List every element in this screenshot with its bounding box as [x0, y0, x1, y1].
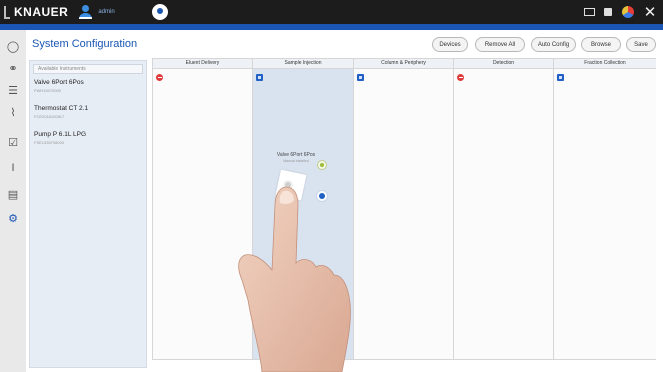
column-detection[interactable]: Detection [454, 59, 554, 359]
color-wheel-icon[interactable] [621, 5, 635, 19]
column-header: Detection [454, 59, 553, 69]
column-header: Sample Injection [253, 59, 353, 69]
column-header: Column & Periphery [354, 59, 453, 69]
instrument-item[interactable]: Pump P 6.1L LPG FSE1335708003 [34, 131, 86, 145]
instrument-serial: FWH19470000 [34, 88, 61, 93]
column-header: Fraction Collection [554, 59, 656, 69]
save-button[interactable]: Save [626, 37, 656, 52]
instrument-name: Valve 6Port 6Pos [34, 79, 84, 86]
report-icon[interactable]: ▤ [5, 186, 21, 202]
brand-name: KNAUER [14, 5, 69, 19]
available-instruments-header: Available Instruments [33, 64, 143, 74]
page-title: System Configuration [32, 38, 138, 50]
instrument-name: Pump P 6.1L LPG [34, 131, 87, 138]
list-icon[interactable]: ☰ [5, 82, 21, 98]
device-name: Valve 6Port 6Pos [276, 152, 316, 158]
left-nav: ◯ ⚭ ☰ ⌇ ☑ I ▤ ⚙ [0, 30, 26, 372]
device-badge-icon [357, 74, 364, 81]
brand: KNAUER admin [4, 4, 115, 20]
browse-button[interactable]: Browse [581, 37, 621, 52]
instrument-serial: FCE2018100817 [34, 114, 65, 119]
device-badge-icon [557, 74, 564, 81]
pointing-hand-image [238, 186, 351, 372]
column-column-periphery[interactable]: Column & Periphery [354, 59, 454, 359]
network-icon[interactable]: ⚭ [5, 60, 21, 76]
column-icon[interactable]: I [5, 160, 21, 176]
devices-button[interactable]: Devices [432, 37, 468, 52]
app-logo-icon[interactable] [152, 4, 168, 20]
user-icon[interactable] [78, 5, 93, 19]
device-badge-icon [256, 74, 263, 81]
circle-icon[interactable]: ◯ [5, 38, 21, 54]
auto-config-button[interactable]: Auto Config [531, 37, 576, 52]
remove-all-button[interactable]: Remove All [475, 37, 525, 52]
error-badge-icon [457, 74, 464, 81]
checkbox-icon[interactable]: ☑ [5, 134, 21, 150]
chart-icon[interactable]: ⌇ [5, 104, 21, 120]
close-icon[interactable]: ✕ [643, 4, 657, 21]
error-badge-icon [156, 74, 163, 81]
instrument-serial: FSE1335708003 [34, 140, 65, 145]
available-instruments-panel: Available Instruments Valve 6Port 6Pos F… [29, 60, 147, 368]
device-subtitle: Manual installed [283, 159, 309, 163]
column-header: Eluent Delivery [153, 59, 252, 69]
lock-icon[interactable] [603, 5, 613, 19]
instrument-item[interactable]: Thermostat CT 2.1 FCE2018100817 [34, 105, 88, 119]
knauer-logo-icon [4, 5, 10, 19]
instrument-name: Thermostat CT 2.1 [34, 105, 89, 112]
status-ok-icon[interactable] [317, 160, 327, 170]
monitor-icon[interactable] [582, 5, 596, 19]
user-name[interactable]: admin [98, 9, 114, 15]
column-fraction-collection[interactable]: Fraction Collection [554, 59, 656, 359]
instrument-item[interactable]: Valve 6Port 6Pos FWH19470000 [34, 79, 84, 93]
gear-icon[interactable]: ⚙ [5, 210, 21, 226]
top-bar: KNAUER admin ✕ [0, 0, 663, 24]
header-accent-bar [0, 24, 663, 30]
